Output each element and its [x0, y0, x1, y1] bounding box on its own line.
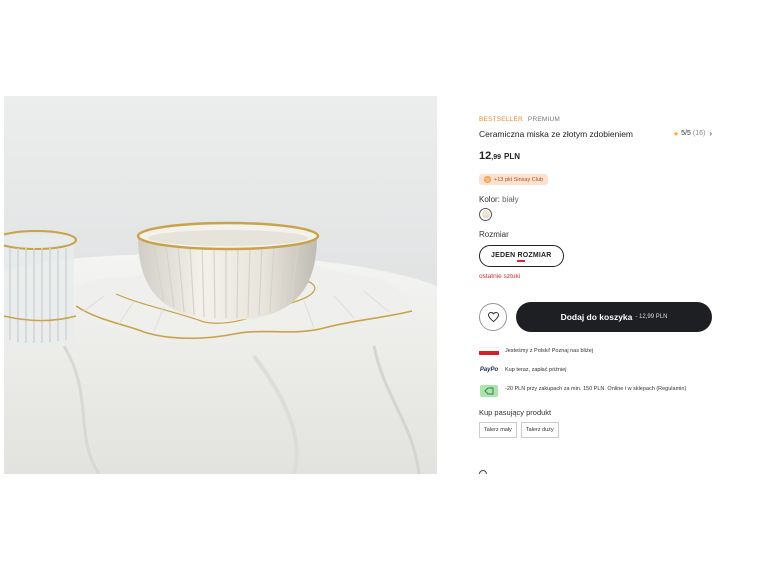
poland-flag-icon [479, 346, 499, 355]
star-icon: ★ [672, 130, 680, 138]
info-icon [479, 470, 487, 474]
rating-count: (16) [692, 130, 706, 137]
selected-indicator [517, 260, 526, 262]
chevron-right-icon: › [709, 129, 712, 138]
stock-note: ostatnie sztuki [479, 272, 521, 280]
add-to-cart-button[interactable]: Dodaj do koszyka - 12,99 PLN [516, 301, 712, 332]
matching-products-label: Kup pasujący produkt [479, 407, 552, 417]
perk-text: Kup teraz, zapłać później [505, 366, 567, 373]
perks-list: Jesteśmy z Polski! Poznaj nas bliżej Pay… [479, 346, 712, 397]
product-info-panel: BESTSELLER PREMIUM Ceramiczna miska ze z… [479, 114, 712, 438]
perk-paypo[interactable]: PayPo Kup teraz, zapłać później [479, 366, 712, 374]
perk-text: -20 PLN przy zakupach za min. 150 PLN. O… [505, 385, 687, 392]
price-decimal: ,99 [491, 154, 501, 161]
price-main: 12 [479, 150, 492, 162]
matching-products-list: Talerz mały Talerz duży [479, 421, 712, 438]
color-label: Kolor: biały [479, 194, 519, 204]
size-option-label: JEDEN ROZMIAR [491, 252, 552, 259]
collapsed-section-row[interactable] [479, 470, 712, 474]
size-label: Rozmiar [479, 229, 509, 239]
color-value: biały [502, 194, 519, 204]
perk-polish-brand[interactable]: Jesteśmy z Polski! Poznaj nas bliżej [479, 346, 712, 355]
add-to-wishlist-button[interactable] [479, 302, 507, 331]
paypo-icon: PayPo [479, 366, 499, 373]
price-currency: PLN [503, 152, 520, 161]
product-price: 12 ,99 PLN [479, 150, 712, 162]
size-option-button[interactable]: JEDEN ROZMIAR [479, 244, 564, 267]
coupon-icon [480, 384, 498, 397]
add-to-cart-price: - 12,99 PLN [635, 313, 668, 320]
product-image[interactable] [4, 96, 437, 474]
heart-icon [487, 311, 499, 322]
club-points-badge: ◎ +13 pkt Sinsay Club [479, 174, 549, 185]
perk-coupon[interactable]: -20 PLN przy zakupach za min. 150 PLN. O… [479, 384, 712, 397]
club-points-text: +13 pkt Sinsay Club [494, 176, 544, 183]
premium-tag: PREMIUM [527, 115, 561, 123]
add-to-cart-label: Dodaj do koszyka [560, 311, 633, 322]
perk-text: Jesteśmy z Polski! Poznaj nas bliżej [505, 347, 594, 354]
bestseller-tag: BESTSELLER [479, 115, 523, 123]
product-tags: BESTSELLER PREMIUM [479, 114, 712, 124]
color-swatch-white[interactable] [479, 207, 492, 221]
coin-icon: ◎ [484, 176, 491, 183]
rating-value: 5/5 [681, 130, 691, 137]
matching-product-chip[interactable]: Talerz duży [520, 421, 559, 438]
matching-product-chip[interactable]: Talerz mały [479, 421, 517, 438]
rating-link[interactable]: ★ 5/5 (16) › [673, 129, 712, 138]
